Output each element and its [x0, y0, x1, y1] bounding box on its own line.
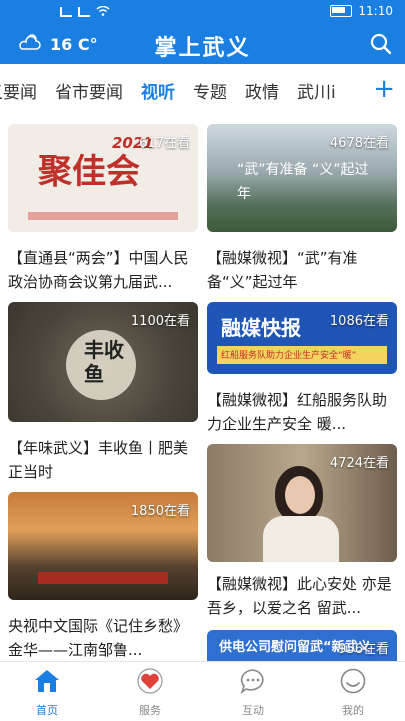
battery-icon	[330, 5, 353, 17]
nav-service-label: 服务	[139, 704, 161, 717]
video-feed: 聚佳会 2021 617在看 【直通县“两会”】中国人民政治协商会议第九届武..…	[0, 116, 405, 661]
view-count: 956在看	[338, 642, 389, 657]
app-bar: 16 C° 掌上武义	[0, 24, 405, 64]
channel-tabs: 义要闻 省市要闻 视听 专题 政情 武川i +	[0, 64, 405, 117]
status-time: 11:10	[358, 4, 393, 18]
tab-wuchuan[interactable]: 武川i	[297, 78, 336, 103]
video-card[interactable]: 4724在看 【融媒微视】此心安处 亦是吾乡，以爱之名 留武...	[207, 444, 397, 624]
video-caption: 【融媒微视】此心安处 亦是吾乡，以爱之名 留武...	[207, 575, 392, 617]
app-title: 掌上武义	[154, 35, 251, 61]
video-card[interactable]: 丰收鱼 1100在看 【年味武义】丰收鱼丨肥美正当时	[8, 302, 198, 481]
video-card[interactable]: 1850在看 央视中文国际《记住乡愁》金华——江南邹鲁...	[8, 492, 198, 661]
search-icon	[370, 33, 392, 55]
view-count: 1100在看	[130, 314, 190, 329]
view-count: 4724在看	[329, 456, 389, 471]
tab-wuyi-news[interactable]: 义要闻	[0, 78, 37, 103]
nav-mine-label: 我的	[342, 704, 364, 717]
search-button[interactable]	[369, 32, 393, 56]
video-card[interactable]: 融媒快报 红船服务队助力企业生产安全“暖” 1086在看 【融媒微视】红船服务队…	[207, 302, 397, 437]
video-caption: 央视中文国际《记住乡愁》金华——江南邹鲁...	[8, 617, 189, 659]
nav-service[interactable]: 服务	[115, 668, 185, 718]
tab-special[interactable]: 专题	[193, 78, 227, 103]
nav-mine[interactable]: 我的	[318, 668, 388, 718]
home-icon	[35, 670, 59, 692]
tab-politics[interactable]: 政情	[245, 78, 279, 103]
tab-video[interactable]: 视听	[141, 78, 175, 103]
smiley-icon	[340, 668, 366, 694]
nav-interact-label: 互动	[242, 704, 264, 717]
video-caption: 【直通县“两会”】中国人民政治协商会议第九届武...	[8, 249, 189, 291]
chat-bubble-icon	[240, 669, 264, 695]
video-caption: 【年味武义】丰收鱼丨肥美正当时	[8, 439, 189, 481]
view-count: 4678在看	[329, 136, 389, 151]
bottom-nav: 首页 服务 互动 我的	[0, 661, 405, 721]
video-card[interactable]: “武”有准备 “义”起过年 4678在看 【融媒微视】“武”有准备“义”起过年	[207, 124, 397, 294]
video-card[interactable]: 供电公司慰问留武“新武义 956在看	[207, 630, 397, 661]
signal-icon	[78, 7, 90, 17]
wifi-icon	[96, 5, 110, 19]
video-caption: 【融媒微视】红船服务队助力企业生产安全 暖...	[207, 391, 388, 433]
video-card[interactable]: 聚佳会 2021 617在看 【直通县“两会”】中国人民政治协商会议第九届武..…	[8, 124, 198, 294]
view-count: 1086在看	[329, 314, 389, 329]
nav-interact[interactable]: 互动	[218, 668, 288, 718]
add-channel-button[interactable]: +	[367, 74, 395, 104]
heart-icon	[137, 668, 163, 694]
nav-home[interactable]: 首页	[12, 668, 82, 718]
view-count: 1850在看	[130, 504, 190, 519]
nav-home-label: 首页	[36, 704, 58, 717]
signal-icon	[60, 7, 72, 17]
view-count: 617在看	[139, 136, 190, 151]
status-bar: 11:10	[0, 0, 405, 24]
video-caption: 【融媒微视】“武”有准备“义”起过年	[207, 249, 358, 291]
tab-province-news[interactable]: 省市要闻	[55, 78, 123, 103]
